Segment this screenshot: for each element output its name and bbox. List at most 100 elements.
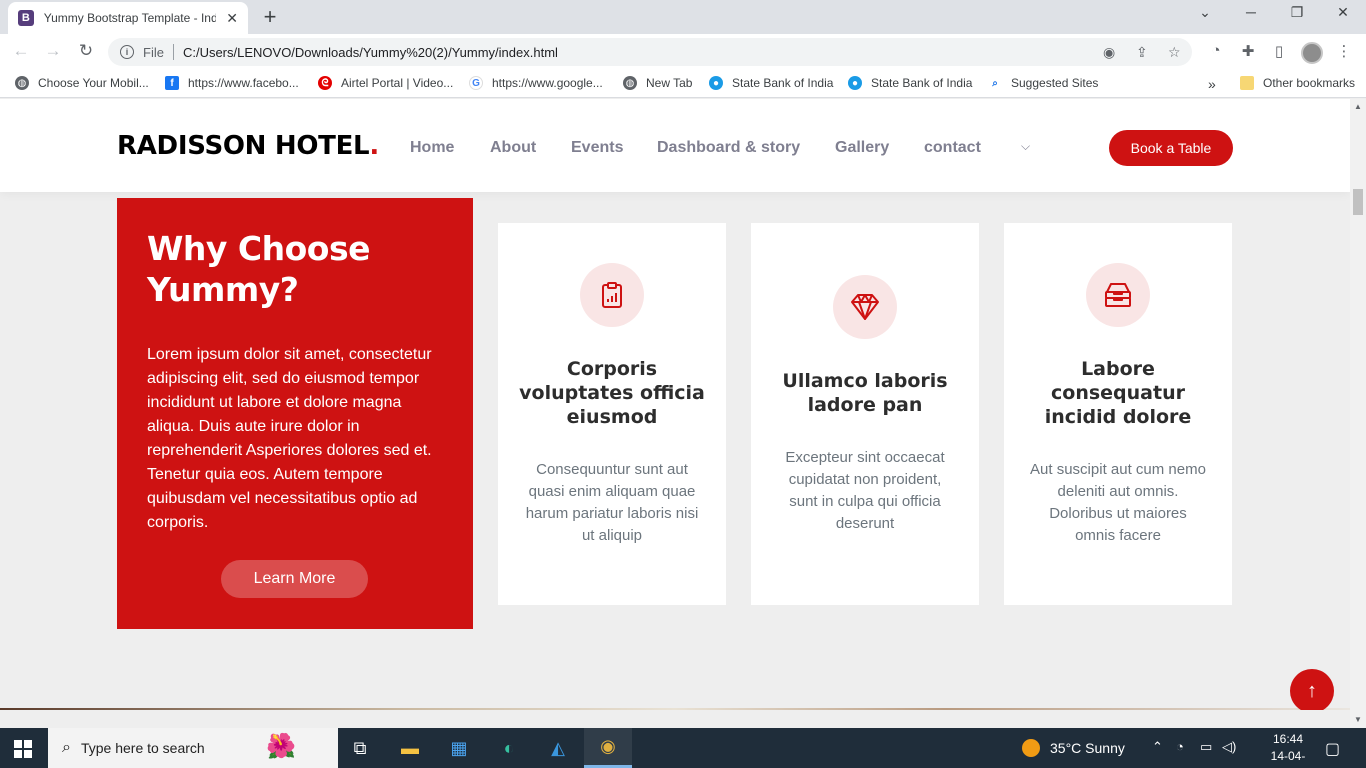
side-panel-icon[interactable]: ▯: [1268, 42, 1290, 60]
site-logo[interactable]: RADISSON HOTEL.: [117, 131, 379, 161]
more-bookmarks-button[interactable]: »: [1208, 76, 1216, 92]
sbi-icon: ●: [848, 76, 862, 90]
menu-kebab-icon[interactable]: ⋮: [1333, 42, 1355, 60]
volume-icon[interactable]: ◁): [1222, 739, 1236, 755]
taskbar-search-placeholder: Type here to search: [80, 740, 205, 756]
bookmark-item[interactable]: ◍ New Tab: [623, 76, 692, 90]
bookmark-label: https://www.facebo...: [188, 76, 299, 90]
card-title: Labore consequatur incidid dolore: [1044, 358, 1192, 428]
feature-card: Ullamco laboris ladore pan Excepteur sin…: [751, 223, 979, 605]
globe-icon: ◍: [623, 76, 637, 90]
vscode-icon[interactable]: ◭: [534, 728, 582, 768]
extensions-icon[interactable]: ✚: [1237, 42, 1259, 60]
feature-card: Labore consequatur incidid dolore Aut su…: [1004, 223, 1232, 605]
performance-icon[interactable]: ◔: [1205, 42, 1227, 59]
edge-icon[interactable]: ◐: [485, 728, 533, 768]
windows-start-icon[interactable]: [14, 740, 32, 758]
bookmarks-bar: ◍ Choose Your Mobil... f https://www.fac…: [0, 70, 1366, 98]
nav-gallery[interactable]: Gallery: [835, 139, 889, 157]
share-icon[interactable]: ⇪: [1136, 44, 1148, 61]
nav-dashboard-story[interactable]: Dashboard & story: [657, 139, 800, 157]
card-text: Consequuntur sunt aut quasi enim aliquam…: [525, 461, 699, 544]
bookmark-item[interactable]: ᘓ Airtel Portal | Video...: [318, 76, 453, 90]
why-choose-box: Why Choose Yummy? Lorem ipsum dolor sit …: [117, 198, 473, 629]
why-title: Why Choose Yummy?: [147, 229, 370, 309]
back-button[interactable]: ←: [10, 41, 32, 61]
profile-avatar[interactable]: [1301, 42, 1323, 64]
logo-text: RADISSON HOTEL: [117, 131, 370, 161]
sun-icon: [1022, 739, 1040, 757]
tray-chevron-up-icon[interactable]: ⌃: [1152, 739, 1163, 755]
next-section-image: [0, 708, 1350, 710]
browser-tab-strip: B Yummy Bootstrap Template - Ind ✕ + ⌄ ─…: [0, 0, 1366, 34]
other-bookmarks[interactable]: Other bookmarks: [1240, 76, 1355, 90]
bookmark-label: https://www.google...: [492, 76, 603, 90]
close-tab-icon[interactable]: ✕: [226, 10, 238, 27]
bookmark-label: Suggested Sites: [1011, 76, 1099, 90]
chevron-down-icon[interactable]: ⌵: [1021, 139, 1030, 154]
logo-dot: .: [369, 131, 379, 161]
bookmark-item[interactable]: ● State Bank of India: [848, 76, 972, 90]
battery-icon[interactable]: ▭: [1200, 739, 1212, 755]
sbi-icon: ●: [709, 76, 723, 90]
card-title: Corporis voluptates officia eiusmod: [519, 358, 705, 428]
info-icon[interactable]: i: [120, 45, 134, 59]
forward-button[interactable]: →: [42, 41, 64, 61]
nav-about[interactable]: About: [490, 139, 536, 157]
url-text[interactable]: C:/Users/LENOVO/Downloads/Yummy%20(2)/Yu…: [183, 45, 558, 60]
scroll-top-button[interactable]: ↑: [1290, 669, 1334, 710]
facebook-icon: f: [165, 76, 179, 90]
why-text: Lorem ipsum dolor sit amet, consectetur …: [147, 346, 432, 531]
bookmark-item[interactable]: G https://www.google...: [469, 76, 603, 90]
restore-window-button[interactable]: ❐: [1287, 4, 1307, 21]
weather-widget[interactable]: 35°C Sunny: [1022, 739, 1125, 757]
nav-contact[interactable]: contact: [924, 139, 981, 157]
close-window-button[interactable]: ✕: [1333, 4, 1353, 21]
bookmark-label: Airtel Portal | Video...: [341, 76, 454, 90]
scroll-up-arrow-icon[interactable]: ▲: [1354, 102, 1362, 111]
chrome-icon[interactable]: ◉: [584, 728, 632, 768]
book-table-button[interactable]: Book a Table: [1109, 130, 1233, 166]
nav-events[interactable]: Events: [571, 139, 623, 157]
scroll-thumb[interactable]: [1353, 189, 1363, 215]
tab-search-chevron-icon[interactable]: ⌄: [1195, 4, 1215, 21]
browser-tab[interactable]: B Yummy Bootstrap Template - Ind ✕: [8, 2, 248, 34]
eye-off-icon[interactable]: ◉: [1103, 44, 1115, 61]
bookmark-item[interactable]: f https://www.facebo...: [165, 76, 299, 90]
taskbar-clock[interactable]: 16:44 14-04-2023: [1260, 731, 1316, 768]
nav-home[interactable]: Home: [410, 139, 454, 157]
bookmark-item[interactable]: ⌕ Suggested Sites: [988, 76, 1098, 90]
windows-taskbar: ⌕ Type here to search 🌺 ⧉ ▬ ▦ ◐ ◭ ◉ 35°C…: [0, 728, 1366, 768]
gem-icon: [833, 275, 897, 339]
wifi-icon[interactable]: ◔: [1176, 739, 1184, 754]
bookmark-item[interactable]: ● State Bank of India: [709, 76, 833, 90]
clock-time: 16:44: [1272, 732, 1304, 746]
bookmark-label: Choose Your Mobil...: [38, 76, 149, 90]
globe-icon: ◍: [15, 76, 29, 90]
card-text: Aut suscipit aut cum nemo deleniti aut o…: [1030, 461, 1206, 544]
page-scrollbar[interactable]: ▲ ▼: [1350, 99, 1366, 728]
taskbar-search[interactable]: ⌕ Type here to search 🌺: [48, 728, 338, 768]
notifications-icon[interactable]: ▢: [1325, 739, 1340, 759]
search-highlight-icon: 🌺: [266, 733, 296, 760]
file-explorer-icon[interactable]: ▬: [386, 728, 434, 768]
bootstrap-favicon-icon: B: [18, 10, 34, 26]
scroll-down-arrow-icon[interactable]: ▼: [1354, 715, 1362, 724]
url-scheme-label: File: [143, 44, 164, 60]
minimize-window-button[interactable]: ─: [1241, 4, 1261, 20]
reload-button[interactable]: ↻: [75, 41, 97, 61]
other-bookmarks-label: Other bookmarks: [1263, 76, 1356, 90]
bookmark-item[interactable]: ◍ Choose Your Mobil...: [15, 76, 149, 90]
new-tab-button[interactable]: +: [258, 4, 282, 30]
clock-date: 14-04-2023: [1270, 749, 1306, 768]
learn-more-button[interactable]: Learn More: [221, 560, 368, 598]
task-view-icon[interactable]: ⧉: [336, 728, 384, 768]
bookmark-label: State Bank of India: [871, 76, 973, 90]
feature-card: Corporis voluptates officia eiusmod Cons…: [498, 223, 726, 605]
address-bar[interactable]: i File C:/Users/LENOVO/Downloads/Yummy%2…: [108, 38, 1192, 66]
bookmark-star-icon[interactable]: ☆: [1168, 44, 1181, 61]
folder-icon: [1240, 76, 1254, 90]
page-viewport: RADISSON HOTEL. Home About Events Dashbo…: [0, 99, 1350, 710]
airtel-icon: ᘓ: [318, 76, 332, 90]
microsoft-store-icon[interactable]: ▦: [435, 728, 483, 768]
